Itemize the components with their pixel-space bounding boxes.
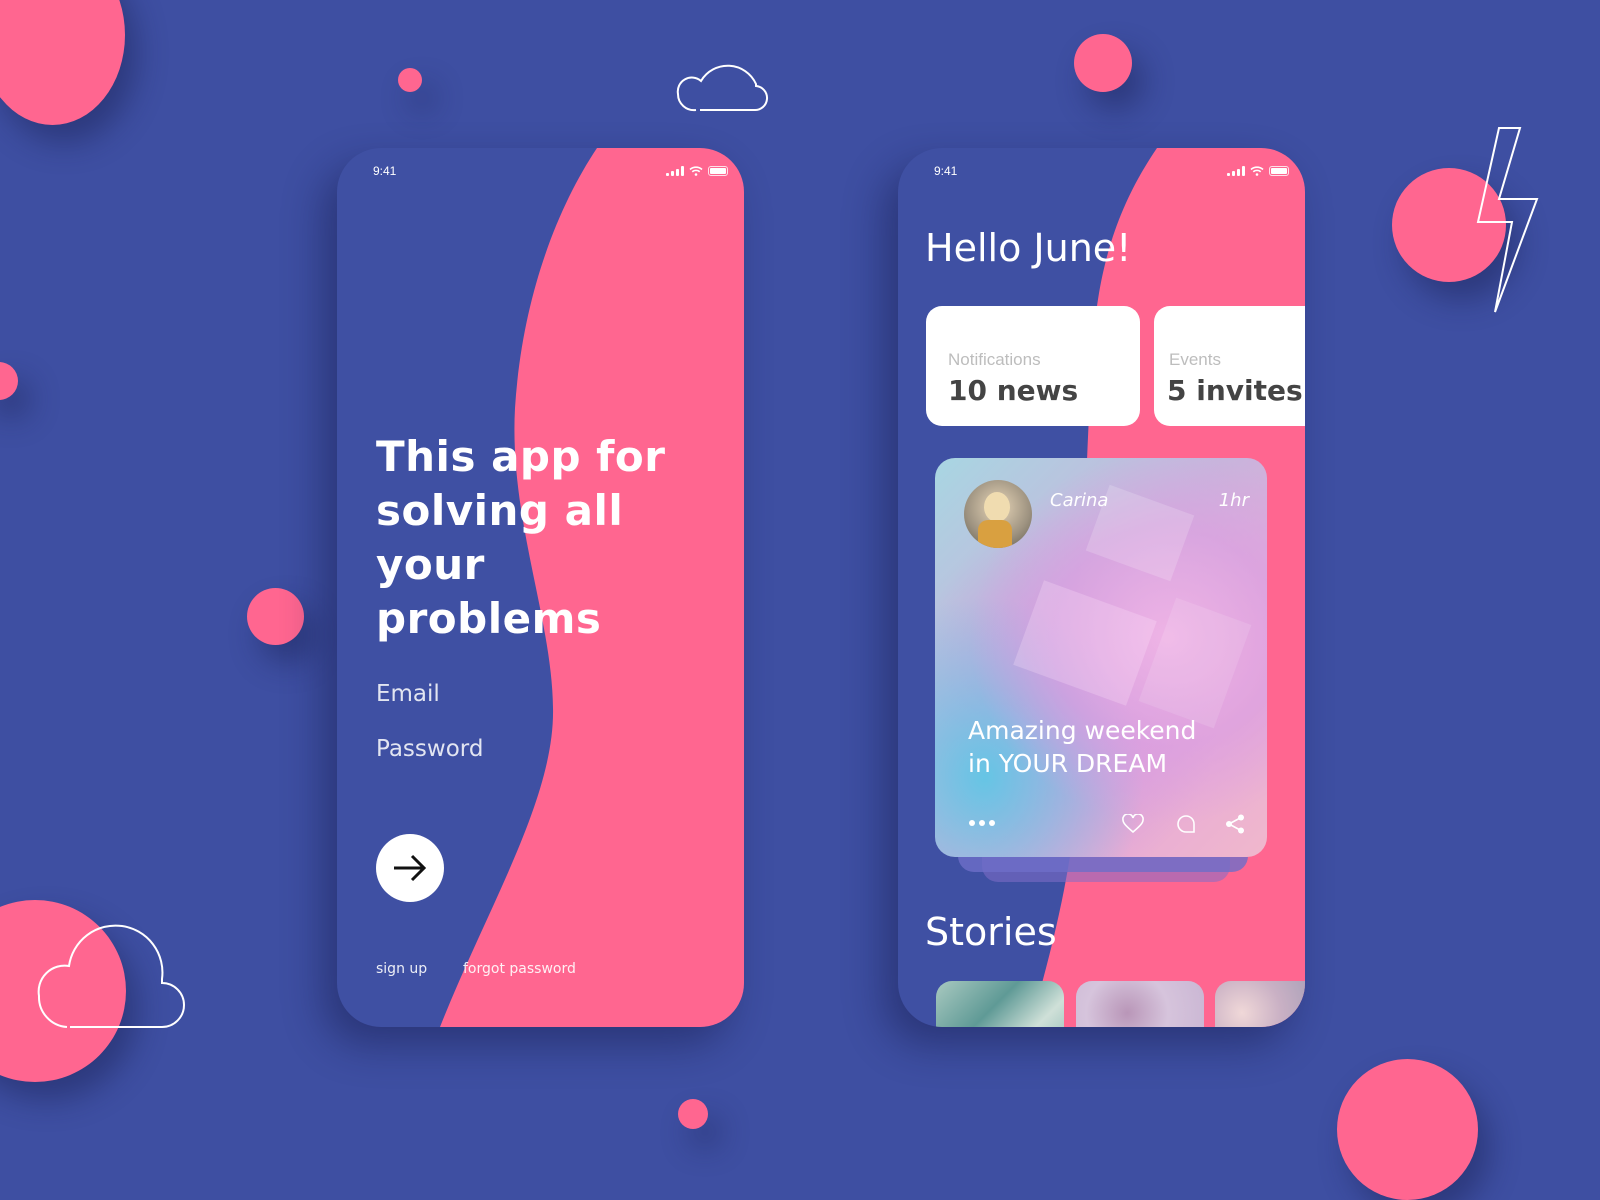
story-thumbnail[interactable]: [936, 981, 1064, 1027]
forgot-password-link[interactable]: forgot password: [463, 961, 576, 977]
wifi-icon: [689, 166, 703, 176]
tile-label: Notifications: [948, 350, 1041, 369]
story-thumbnail[interactable]: [1076, 981, 1204, 1027]
sign-up-link[interactable]: sign up: [376, 961, 427, 977]
image-facet: [1138, 597, 1252, 729]
post-caption: Amazing weekend in YOUR DREAM: [968, 714, 1196, 780]
email-field[interactable]: Email: [376, 681, 440, 707]
share-icon[interactable]: [1224, 814, 1246, 834]
signal-icon: [666, 166, 684, 176]
arrow-right-icon: [394, 854, 427, 882]
tile-label: Events: [1169, 350, 1221, 369]
avatar[interactable]: [964, 480, 1032, 548]
image-facet: [1013, 580, 1157, 706]
post-author[interactable]: Carina: [1050, 490, 1108, 511]
tile-value: 10 news: [948, 374, 1079, 407]
headline: This app for solving all your problems: [376, 432, 666, 643]
post-actions: [968, 814, 1245, 834]
home-screen: 9:41 Hello June! Notifications 10 news E…: [898, 148, 1305, 1027]
signal-icon: [1227, 166, 1245, 176]
greeting: Hello June!: [925, 226, 1132, 270]
status-bar: 9:41: [337, 164, 744, 180]
battery-icon: [708, 166, 728, 176]
password-field[interactable]: Password: [376, 736, 483, 762]
status-bar: 9:41: [898, 164, 1305, 180]
notifications-tile[interactable]: Notifications 10 news: [926, 306, 1140, 426]
login-screen: 9:41 This app for solving all your probl…: [337, 148, 744, 1027]
status-time: 9:41: [934, 164, 958, 178]
status-time: 9:41: [373, 164, 397, 178]
heart-icon[interactable]: [1122, 814, 1144, 834]
tile-value: 5 invites: [1167, 374, 1303, 407]
submit-button[interactable]: [376, 834, 444, 902]
stories-title: Stories: [925, 910, 1057, 954]
caption-line: Amazing weekend: [968, 716, 1197, 745]
post-card[interactable]: Carina 1hr Amazing weekend in YOUR DREAM: [935, 458, 1267, 857]
comment-icon[interactable]: [1175, 814, 1197, 834]
battery-icon: [1269, 166, 1289, 176]
lightning-outline-icon: [1476, 127, 1539, 313]
post-time: 1hr: [1218, 490, 1249, 511]
caption-line: in YOUR DREAM: [968, 749, 1168, 778]
story-thumbnail[interactable]: [1215, 981, 1305, 1027]
events-tile[interactable]: Events 5 invites: [1154, 306, 1305, 426]
wifi-icon: [1250, 166, 1264, 176]
more-icon[interactable]: [968, 819, 996, 827]
